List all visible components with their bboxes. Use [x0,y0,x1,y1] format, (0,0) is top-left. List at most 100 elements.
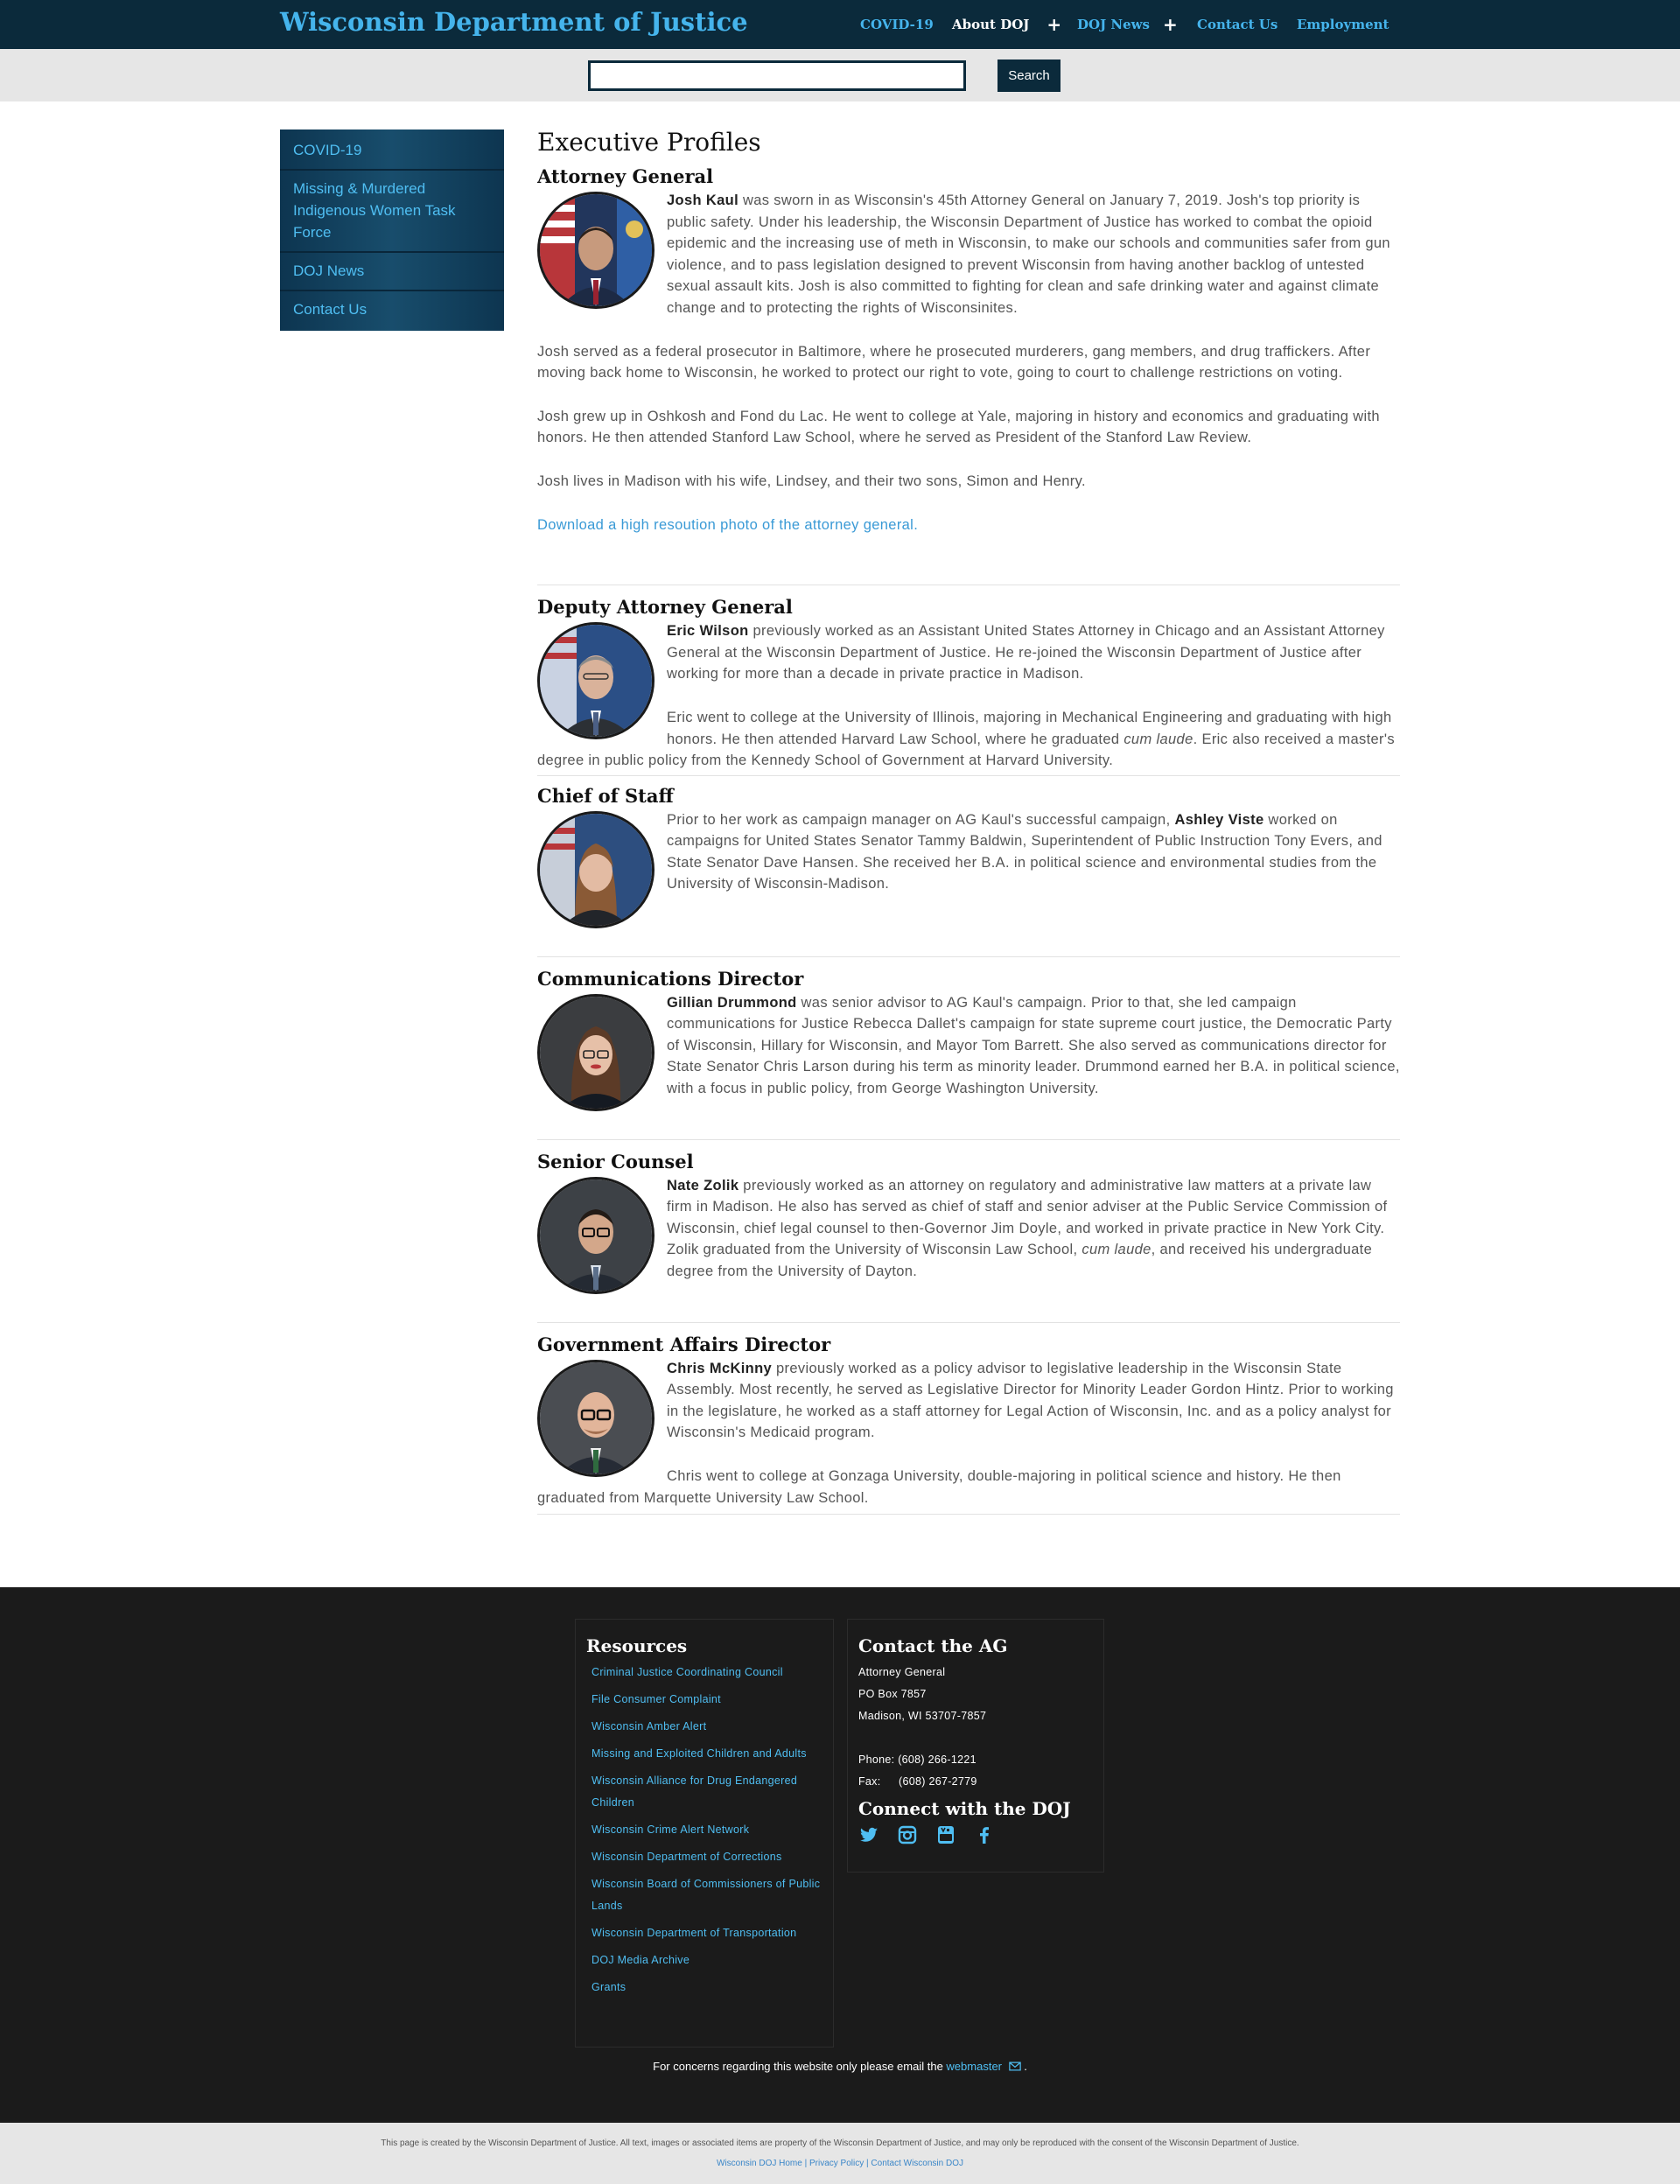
nav-link-contact-us[interactable]: Contact Us [1197,17,1278,32]
section-title: Deputy Attorney General [537,596,793,619]
resource-link[interactable]: Wisconsin Department of Transportation [586,1922,822,1944]
resource-link[interactable]: Wisconsin Crime Alert Network [586,1819,822,1841]
bottom-links: Wisconsin DOJ Home | Privacy Policy | Co… [0,2159,1680,2168]
person-name: Chris McKinny [667,1360,773,1376]
nav-item-employment: Employment [1297,0,1389,49]
bio-text: previously worked as a policy advisor to… [667,1360,1394,1441]
person-name: Eric Wilson [667,623,749,640]
webmaster-link[interactable]: webmaster [946,2060,1024,2073]
contact-title: Contact the AG [858,1635,1008,1656]
resource-link[interactable]: Grants [586,1977,822,1998]
resource-link[interactable]: Wisconsin Board of Commissioners of Publ… [586,1873,822,1917]
resources-panel: Resources Criminal Justice Coordinating … [575,1619,834,2048]
person-name: Nate Zolik [667,1177,739,1194]
resource-link[interactable]: File Consumer Complaint [586,1689,822,1711]
search-input[interactable] [588,60,966,91]
person-name: Ashley Viste [1174,811,1264,828]
resource-link[interactable]: Wisconsin Department of Corrections [586,1846,822,1868]
profile-senior-counsel: Senior Counsel Nate Zolik previously wor… [537,1140,1400,1322]
bio-text: was sworn in as Wisconsin's 45th Attorne… [667,192,1390,316]
fax-label: Fax: [858,1775,881,1788]
resource-link[interactable]: Wisconsin Alliance for Drug Endangered C… [586,1770,822,1814]
person-name: Gillian Drummond [667,994,797,1011]
concern-end: . [1024,2060,1027,2073]
emphasis-text: cum laude [1082,1242,1152,1258]
youtube-icon[interactable] [935,1824,956,1845]
resource-link[interactable]: Missing and Exploited Children and Adult… [586,1743,822,1765]
top-header: Wisconsin Department of Justice COVID-19… [0,0,1680,49]
sidebar-item-covid-19[interactable]: COVID-19 [280,132,504,171]
portrait-nate-zolik [537,1176,654,1294]
portrait-gillian-drummond [537,993,654,1111]
webmaster-label: webmaster [946,2060,1002,2073]
envelope-icon [1008,2062,1021,2071]
portrait-chris-mckinny [537,1359,654,1477]
chief-bio-paragraph-1: Prior to her work as campaign manager on… [537,809,1400,895]
legal-bar: This page is created by the Wisconsin De… [0,2123,1680,2184]
nav-item-covid: COVID-19 [860,0,934,49]
contact-panel: Contact the AG Attorney General PO Box 7… [847,1619,1104,1872]
nav-item-doj-news: DOJ News + [1077,0,1178,49]
ag-bio-paragraph-3: Josh grew up in Oshkosh and Fond du Lac.… [537,408,1380,446]
bio-text: previously worked as an Assistant United… [667,623,1385,682]
doj-home-link[interactable]: Wisconsin DOJ Home [717,2159,802,2168]
sidebar-item-doj-news[interactable]: DOJ News [280,253,504,291]
gov-bio-paragraph-2: Chris went to college at Gonzaga Univers… [537,1468,1341,1506]
privacy-policy-link[interactable]: Privacy Policy [809,2159,864,2168]
resource-link[interactable]: Wisconsin Amber Alert [586,1716,822,1738]
deputy-bio-paragraph-2: Eric went to college at the University o… [537,707,1400,772]
profile-deputy-attorney-general: Deputy Attorney General Eric Wilson prev… [537,585,1400,775]
profile-attorney-general: Attorney General Josh Kaul was sworn in … [537,165,1400,536]
concern-text: For concerns regarding this website only… [653,2060,947,2073]
divider [537,1514,1400,1516]
fax-line: Fax: (608) 267-2779 [858,1771,1093,1793]
counsel-bio-paragraph-1: Nate Zolik previously worked as an attor… [537,1175,1400,1283]
profile-government-affairs-director: Government Affairs Director Chris McKinn… [537,1323,1400,1515]
plus-icon[interactable]: + [1046,14,1061,35]
section-title: Chief of Staff [537,784,674,807]
nav-link-about-doj[interactable]: About DOJ [952,17,1029,32]
sidebar-item-contact-us[interactable]: Contact Us [280,291,504,328]
twitter-icon[interactable] [858,1824,879,1845]
nav-item-contact-us: Contact Us [1197,0,1278,49]
webmaster-notice: For concerns regarding this website only… [0,2060,1680,2073]
deputy-bio-paragraph-1: Eric Wilson previously worked as an Assi… [537,620,1400,685]
section-title: Attorney General [537,165,714,187]
fax-number: (608) 267-2779 [899,1775,977,1788]
legal-text: This page is created by the Wisconsin De… [381,2138,1299,2148]
address-line: Attorney General [858,1666,946,1678]
phone-line: Phone: (608) 266-1221 [858,1754,976,1766]
gov-bio-paragraph-1: Chris McKinny previously worked as a pol… [537,1358,1400,1444]
facebook-icon[interactable] [974,1824,995,1845]
portrait-josh-kaul [537,192,654,309]
connect-title: Connect with the DOJ [858,1798,1071,1819]
profile-chief-of-staff: Chief of Staff Prior to her work as camp… [537,776,1400,956]
nav-link-doj-news[interactable]: DOJ News [1077,17,1150,32]
person-name: Josh Kaul [667,192,739,208]
instagram-icon[interactable] [897,1824,918,1845]
nav-item-about-doj: About DOJ + [952,0,1061,49]
footer: Resources Criminal Justice Coordinating … [0,1587,1680,2123]
resource-link[interactable]: Criminal Justice Coordinating Council [586,1662,822,1684]
resource-link[interactable]: DOJ Media Archive [586,1950,822,1971]
page-title: Executive Profiles [537,128,761,157]
section-title: Senior Counsel [537,1150,694,1172]
ag-bio-paragraph-4: Josh lives in Madison with his wife, Lin… [537,472,1086,489]
profile-communications-director: Communications Director Gillian Drummond… [537,957,1400,1139]
plus-icon[interactable]: + [1163,14,1178,35]
resources-title: Resources [586,1635,688,1656]
separator: | [866,2159,869,2168]
ag-bio-paragraph-1: Josh Kaul was sworn in as Wisconsin's 45… [537,190,1400,319]
site-title[interactable]: Wisconsin Department of Justice [280,7,748,37]
sidebar-item-mmiw-task-force[interactable]: Missing & Murdered Indigenous Women Task… [280,171,504,253]
section-title: Communications Director [537,967,804,990]
resources-list: Criminal Justice Coordinating Council Fi… [586,1662,822,1998]
ag-bio-paragraph-2: Josh served as a federal prosecutor in B… [537,343,1371,382]
nav-link-covid-19[interactable]: COVID-19 [860,17,934,32]
search-button[interactable]: Search [998,60,1060,92]
download-photo-link[interactable]: Download a high resoution photo of the a… [537,517,918,533]
social-links [858,1824,1093,1845]
nav-link-employment[interactable]: Employment [1297,17,1389,32]
separator: | [804,2159,808,2168]
contact-doj-link[interactable]: Contact Wisconsin DOJ [871,2159,963,2168]
